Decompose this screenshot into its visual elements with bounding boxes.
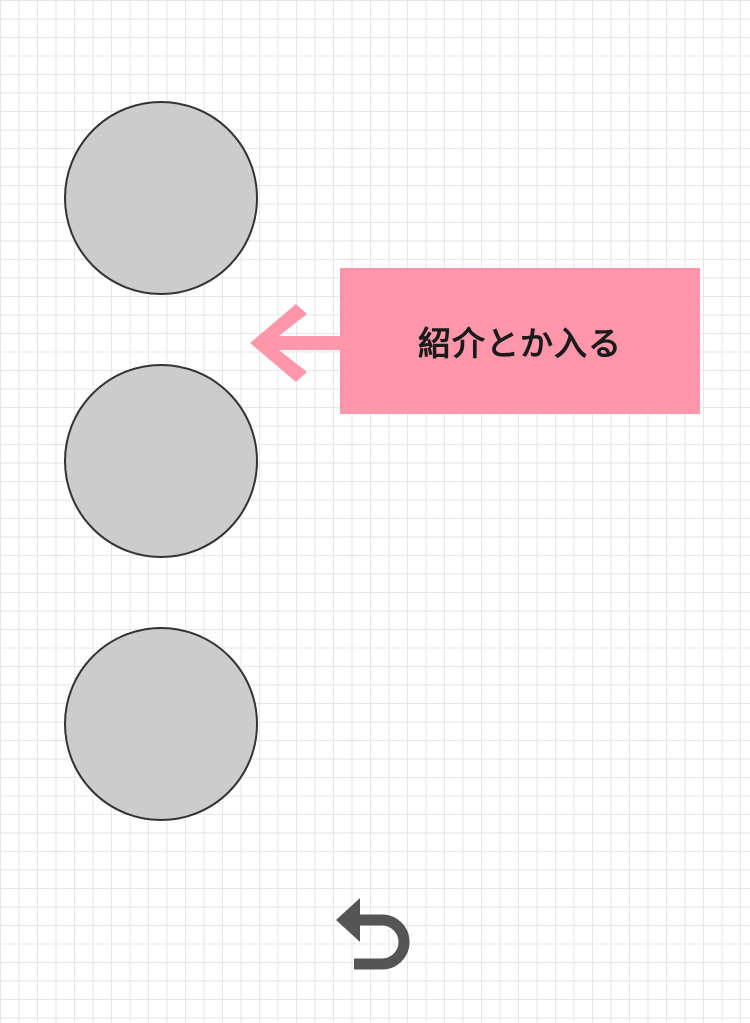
placeholder-circle-3: [64, 627, 258, 821]
placeholder-circle-2: [64, 364, 258, 558]
undo-back-icon[interactable]: [330, 892, 420, 982]
annotation-label: 紹介とか入る: [418, 324, 622, 363]
annotation-box: 紹介とか入る: [340, 268, 700, 414]
left-arrow-icon: [250, 304, 342, 382]
placeholder-circle-1: [64, 101, 258, 295]
